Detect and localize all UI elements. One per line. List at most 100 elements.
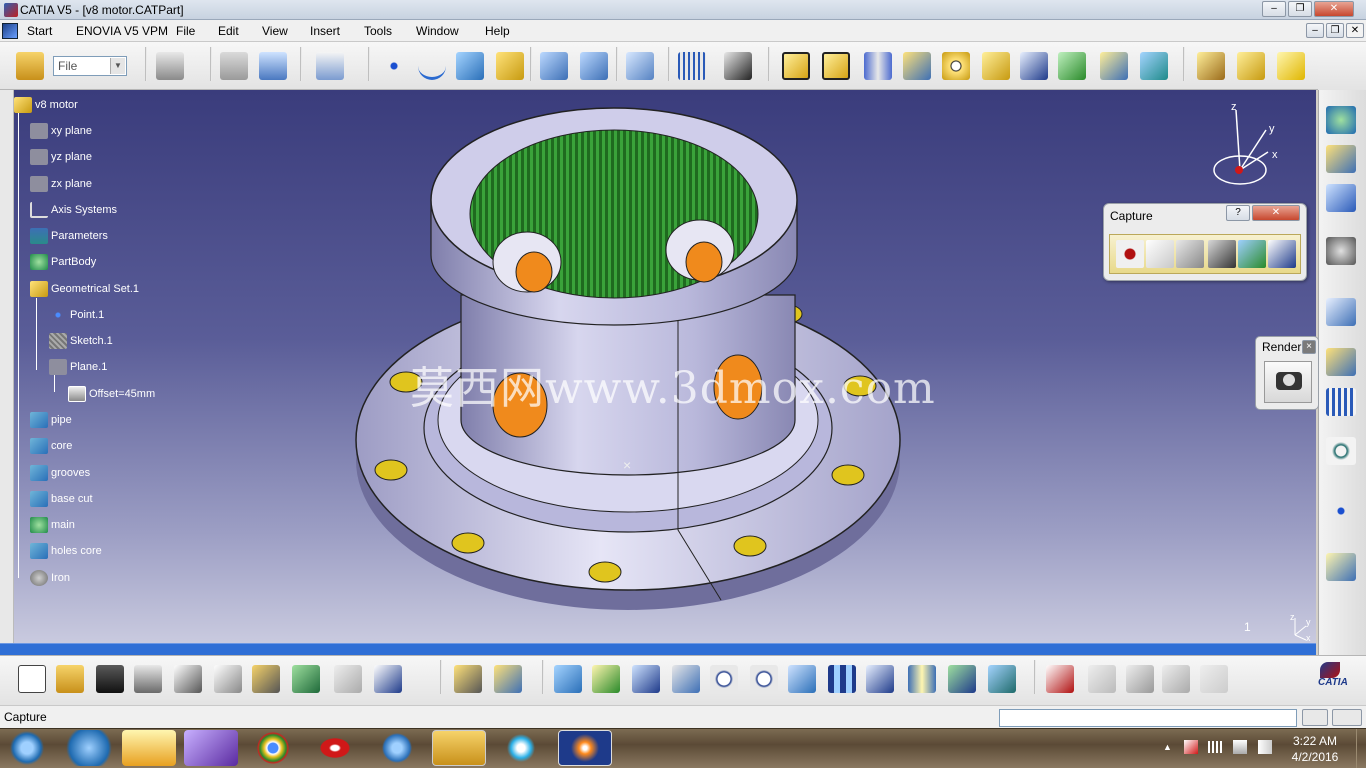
restore-button[interactable]: ❐	[1288, 1, 1312, 17]
undo-icon[interactable]	[292, 665, 320, 693]
whats-this-icon[interactable]	[374, 665, 402, 693]
doc-minimize-button[interactable]: –	[1306, 23, 1324, 38]
hide-show-icon[interactable]	[948, 665, 976, 693]
pad-icon[interactable]	[782, 52, 810, 80]
menu-tools[interactable]: Tools	[364, 24, 392, 38]
tree-node-iron[interactable]: Iron	[30, 570, 70, 586]
viewport-hscrollbar[interactable]	[0, 643, 1316, 655]
network-icon[interactable]	[1208, 741, 1224, 753]
tree-node-yz-plane[interactable]: yz plane	[30, 149, 92, 165]
render-close-button[interactable]: ×	[1302, 340, 1316, 354]
volume-icon[interactable]	[1258, 740, 1272, 754]
power-icon[interactable]	[1233, 740, 1247, 754]
tree-node-sketch[interactable]: Sketch.1	[49, 333, 113, 349]
users-icon[interactable]	[1046, 665, 1074, 693]
dress-up-icon[interactable]	[1326, 298, 1356, 326]
tree-node-base-cut[interactable]: base cut	[30, 491, 93, 507]
tree-node-main[interactable]: main	[30, 517, 75, 533]
iso-view-icon[interactable]	[866, 665, 894, 693]
close-button[interactable]: ✕	[1314, 1, 1354, 17]
opera-icon[interactable]	[308, 730, 362, 766]
minimize-button[interactable]: –	[1262, 1, 1286, 17]
shaft-icon[interactable]	[864, 52, 892, 80]
loft-icon[interactable]	[1100, 52, 1128, 80]
print-setup-icon[interactable]	[156, 52, 184, 80]
taskbar-clock[interactable]: 3:22 AM 4/2/2016	[1285, 733, 1345, 765]
point-tool-icon[interactable]	[1326, 497, 1356, 525]
visual-studio-icon[interactable]	[184, 730, 238, 766]
status-options-button[interactable]	[1302, 709, 1328, 726]
surface-icon[interactable]	[456, 52, 484, 80]
tree-root[interactable]: v8 motor	[14, 97, 78, 113]
print-icon[interactable]	[134, 665, 162, 693]
new-document-icon[interactable]	[18, 665, 46, 693]
update-all-icon[interactable]	[494, 665, 522, 693]
zoom-in-icon[interactable]	[710, 665, 738, 693]
album-icon[interactable]	[1208, 240, 1236, 268]
tree-node-plane[interactable]: Plane.1	[49, 359, 107, 375]
array-icon[interactable]	[1326, 388, 1356, 416]
menu-edit[interactable]: Edit	[218, 24, 239, 38]
flange-hole[interactable]	[733, 535, 767, 557]
show-desktop-button[interactable]	[1356, 729, 1366, 768]
tray-show-hidden-icon[interactable]: ▲	[1163, 742, 1172, 752]
copy-icon[interactable]	[214, 665, 242, 693]
chevron-down-icon[interactable]: ▼	[110, 58, 125, 74]
flange-hole[interactable]	[374, 459, 408, 481]
pocket-icon[interactable]	[822, 52, 850, 80]
doc-close-button[interactable]: ✕	[1346, 23, 1364, 38]
fly-mode-icon[interactable]	[554, 665, 582, 693]
chromium-icon[interactable]	[370, 730, 424, 766]
body-insert-icon[interactable]	[259, 52, 287, 80]
catia-task-icon[interactable]	[558, 730, 612, 766]
menu-start[interactable]: Start	[27, 24, 52, 38]
menu-enovia[interactable]: ENOVIA V5 VPM	[76, 24, 168, 38]
groove-icon[interactable]	[903, 52, 931, 80]
transform-icon[interactable]	[626, 52, 654, 80]
open-folder-icon[interactable]	[16, 52, 44, 80]
capture-toolbar-panel[interactable]: Capture ? ✕	[1103, 203, 1307, 281]
tree-node-zx-plane[interactable]: zx plane	[30, 176, 92, 192]
tree-node-pipe[interactable]: pipe	[30, 412, 72, 428]
image-icon[interactable]	[1238, 240, 1266, 268]
menu-view[interactable]: View	[262, 24, 288, 38]
update-icon[interactable]	[454, 665, 482, 693]
flange-hole[interactable]	[588, 561, 622, 583]
doc-restore-button[interactable]: ❐	[1326, 23, 1344, 38]
settings-gear-icon[interactable]	[1326, 237, 1356, 265]
inner-bore-core[interactable]	[685, 241, 723, 283]
constraint-icon[interactable]	[1326, 184, 1356, 212]
select-arrow-icon[interactable]	[1146, 240, 1174, 268]
flange-hole[interactable]	[451, 532, 485, 554]
close-surface-icon[interactable]	[1237, 52, 1265, 80]
spline-icon[interactable]	[418, 52, 446, 80]
workbench-icon[interactable]	[1326, 106, 1356, 134]
flange-hole[interactable]	[831, 464, 865, 486]
redo-icon[interactable]	[334, 665, 362, 693]
file-combo[interactable]: File ▼	[53, 56, 127, 76]
measure-icon[interactable]	[724, 52, 752, 80]
tree-scrollbar[interactable]	[0, 90, 14, 643]
internet-explorer-icon[interactable]	[62, 730, 116, 766]
fit-all-icon[interactable]	[592, 665, 620, 693]
render-toolbar-panel[interactable]: Render ×	[1255, 336, 1319, 410]
inner-bore-core[interactable]	[515, 251, 553, 293]
tree-node-geometrical-set[interactable]: Geometrical Set.1	[30, 281, 139, 297]
pattern-icon[interactable]	[678, 52, 706, 80]
tree-node-core[interactable]: core	[30, 438, 72, 454]
pan-icon[interactable]	[632, 665, 660, 693]
tree-node-xy-plane[interactable]: xy plane	[30, 123, 92, 139]
compass-icon[interactable]	[1213, 109, 1269, 185]
sync-app-icon[interactable]	[494, 730, 548, 766]
normal-view-icon[interactable]	[788, 665, 816, 693]
sketcher-icon[interactable]	[316, 52, 344, 80]
zoom-out-icon[interactable]	[750, 665, 778, 693]
save-icon[interactable]	[96, 665, 124, 693]
windows-start-icon[interactable]	[2, 730, 52, 766]
record-icon[interactable]	[1116, 240, 1144, 268]
rotate-icon[interactable]	[672, 665, 700, 693]
capture-close-button[interactable]: ✕	[1252, 205, 1300, 221]
tree-node-point[interactable]: Point.1	[49, 307, 104, 323]
sew-surface-icon[interactable]	[1277, 52, 1305, 80]
multi-view-icon[interactable]	[828, 665, 856, 693]
